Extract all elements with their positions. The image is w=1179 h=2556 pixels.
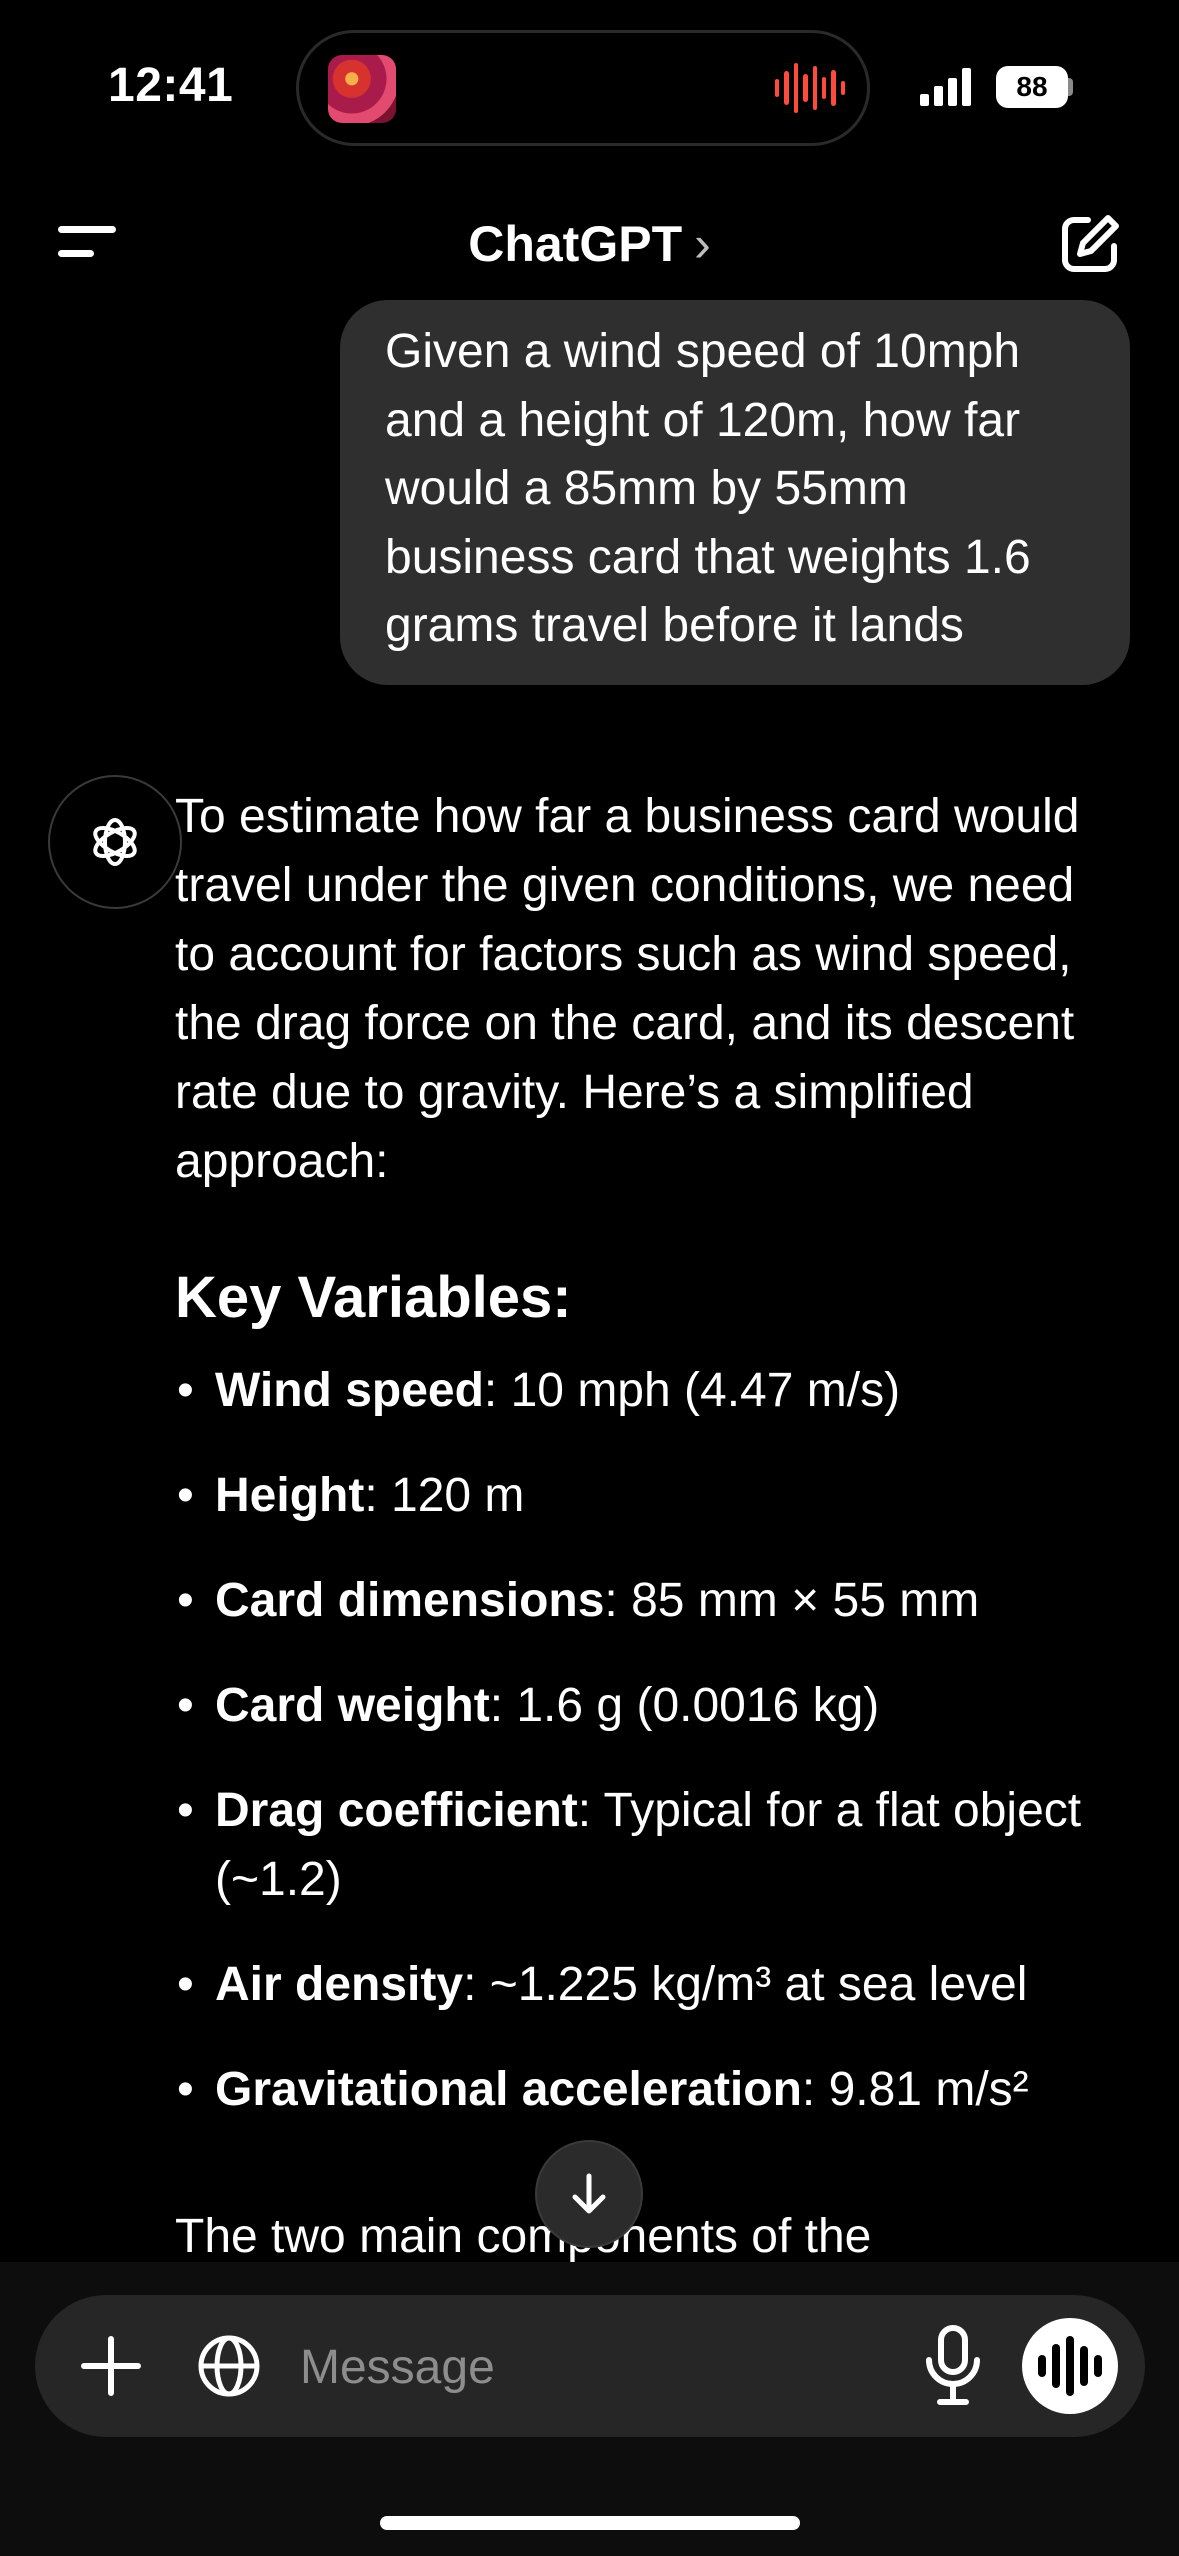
- chevron-right-icon: ›: [694, 216, 711, 272]
- battery-tip: [1068, 78, 1073, 96]
- battery-level: 88: [1016, 71, 1048, 102]
- arrow-down-icon: [572, 2173, 606, 2214]
- list-item: Wind speed: 10 mph (4.47 m/s): [175, 1356, 1105, 1425]
- voice-mode-button[interactable]: [1022, 2318, 1118, 2414]
- section-heading: Key Variables:: [175, 1265, 572, 1330]
- list-item: Height: 120 m: [175, 1461, 1105, 1530]
- list-item: Drag coefficient: Typical for a flat obj…: [175, 1776, 1105, 1914]
- variables-list: Wind speed: 10 mph (4.47 m/s) Height: 12…: [175, 1356, 1105, 2124]
- user-message-text: Given a wind speed of 10mph and a height…: [385, 325, 1031, 652]
- new-chat-compose-icon[interactable]: [1058, 212, 1122, 276]
- globe-search-icon[interactable]: [190, 2327, 268, 2405]
- audio-waveform-icon: [775, 58, 845, 118]
- battery-indicator: 88: [996, 66, 1068, 108]
- chatgpt-logo-icon: [48, 775, 182, 909]
- now-playing-artwork[interactable]: [328, 55, 396, 123]
- signal-strength-icon: [920, 66, 984, 106]
- message-input[interactable]: [298, 2326, 892, 2408]
- user-message-bubble[interactable]: Given a wind speed of 10mph and a height…: [340, 300, 1130, 685]
- microphone-icon[interactable]: [918, 2322, 988, 2408]
- scroll-to-bottom-button[interactable]: [535, 2140, 643, 2248]
- list-item: Gravitational acceleration: 9.81 m/s²: [175, 2055, 1105, 2124]
- list-item: Card dimensions: 85 mm × 55 mm: [175, 1566, 1105, 1635]
- home-indicator[interactable]: [380, 2516, 800, 2530]
- assistant-message: To estimate how far a business card woul…: [175, 782, 1105, 2160]
- list-item: Air density: ~1.225 kg/m³ at sea level: [175, 1950, 1105, 2019]
- model-selector[interactable]: ChatGPT ›: [0, 215, 1179, 273]
- status-time: 12:41: [108, 59, 234, 112]
- add-attachment-icon[interactable]: [72, 2327, 150, 2405]
- assistant-intro: To estimate how far a business card woul…: [175, 790, 1080, 1188]
- page-title: ChatGPT: [468, 216, 683, 272]
- list-item: Card weight: 1.6 g (0.0016 kg): [175, 1671, 1105, 1740]
